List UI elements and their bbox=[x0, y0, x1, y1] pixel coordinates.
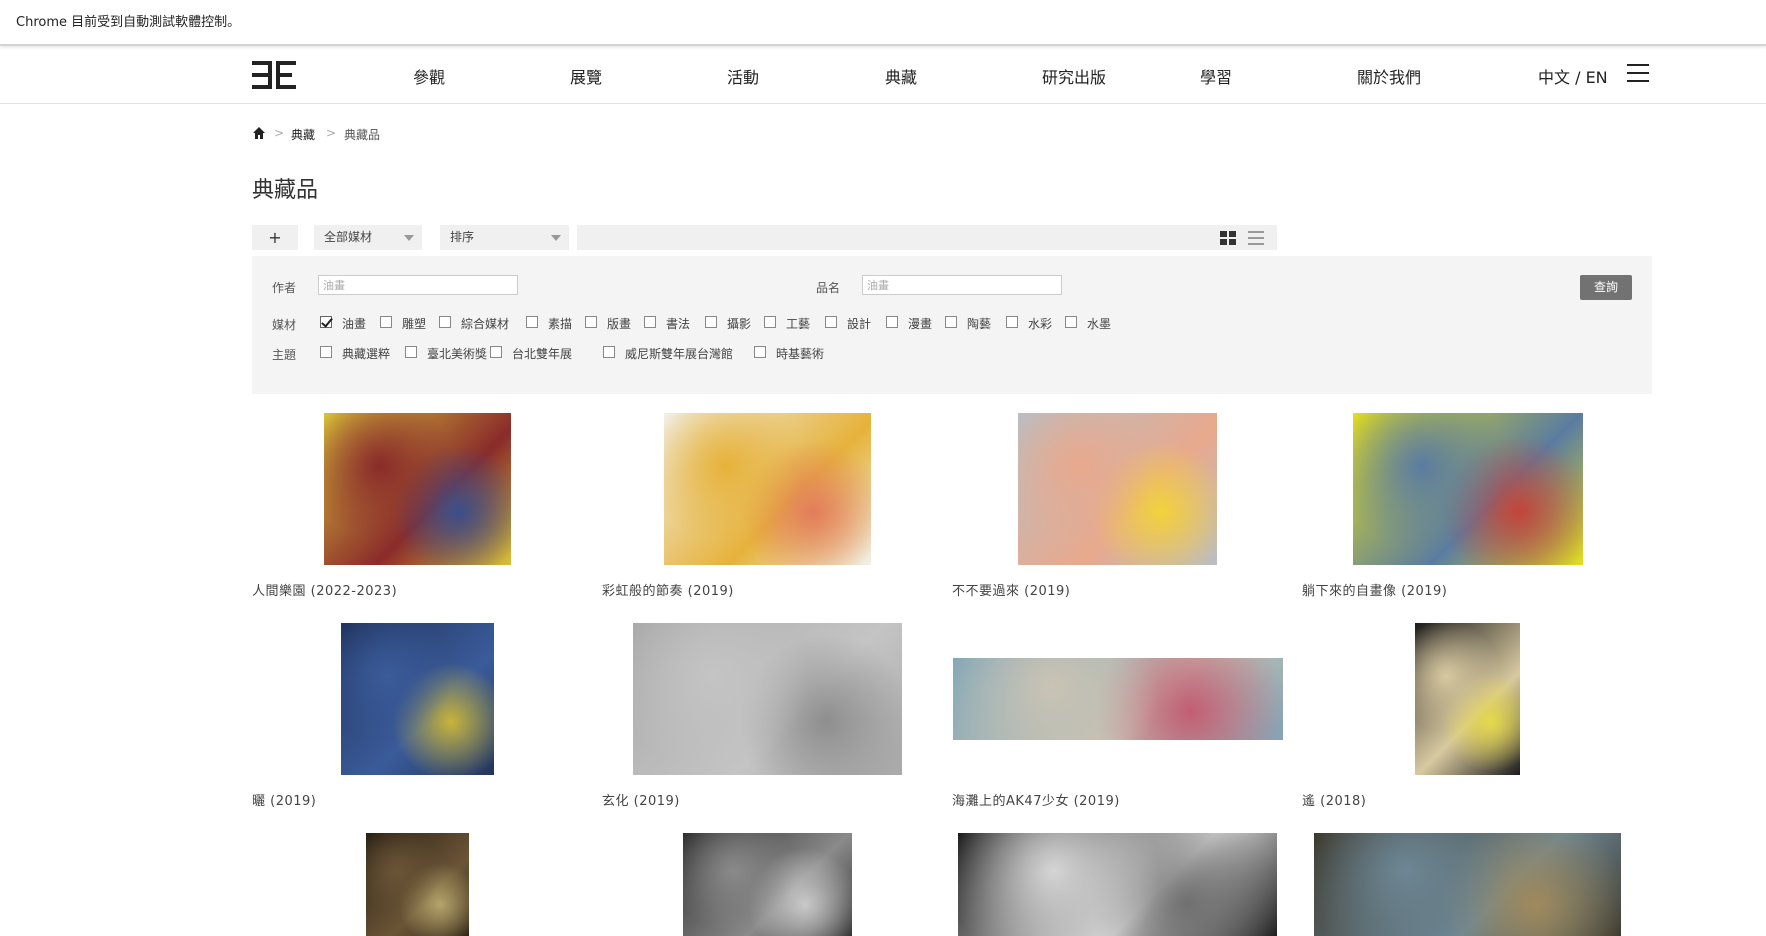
artwork-thumbnail[interactable] bbox=[1415, 623, 1520, 775]
medium-checkbox-label: 工藝 bbox=[786, 317, 811, 331]
title-input[interactable] bbox=[862, 275, 1062, 295]
medium-checkbox-label: 水彩 bbox=[1028, 317, 1053, 331]
theme-label: 主題 bbox=[272, 348, 297, 362]
checkbox-box[interactable] bbox=[886, 316, 898, 328]
page-title: 典藏品 bbox=[252, 178, 319, 203]
checkbox-box[interactable] bbox=[644, 316, 656, 328]
nav-visit[interactable]: 參觀 bbox=[413, 64, 445, 88]
artwork-thumbnail[interactable] bbox=[664, 413, 871, 565]
checkbox-box[interactable] bbox=[585, 316, 597, 328]
medium-checkbox-label: 水墨 bbox=[1087, 317, 1112, 331]
nav-exhibitions[interactable]: 展覽 bbox=[570, 64, 602, 88]
medium-checkbox-label: 雕塑 bbox=[402, 317, 427, 331]
artwork-thumbnail[interactable] bbox=[324, 413, 511, 565]
medium-label: 媒材 bbox=[272, 318, 297, 332]
medium-checkbox-label: 綜合媒材 bbox=[461, 317, 510, 331]
site-header: 參觀 展覽 活動 典藏 研究出版 學習 關於我們 中文 / EN bbox=[0, 48, 1766, 104]
artwork-thumbnail[interactable] bbox=[1314, 833, 1621, 936]
medium-checkbox-label: 書法 bbox=[666, 317, 691, 331]
checkbox-box[interactable] bbox=[1006, 316, 1018, 328]
checkbox-box[interactable] bbox=[490, 346, 502, 358]
medium-checkbox-label: 設計 bbox=[847, 317, 872, 331]
theme-checkbox-label: 威尼斯雙年展台灣館 bbox=[625, 347, 734, 361]
author-input[interactable] bbox=[318, 275, 518, 295]
nav-collection[interactable]: 典藏 bbox=[885, 64, 917, 88]
automation-infobar: Chrome 目前受到自動測試軟體控制。 bbox=[0, 0, 1766, 46]
checkbox-box[interactable] bbox=[754, 346, 766, 358]
artwork-caption[interactable]: 躺下來的自畫像 (2019) bbox=[1302, 580, 1447, 599]
query-button[interactable]: 查詢 bbox=[1580, 275, 1632, 300]
nav-learning[interactable]: 學習 bbox=[1200, 64, 1232, 88]
checkbox-box[interactable] bbox=[1065, 316, 1077, 328]
medium-select[interactable]: 全部媒材 bbox=[314, 225, 422, 250]
artwork-caption[interactable]: 玄化 (2019) bbox=[602, 790, 680, 809]
artwork-thumbnail[interactable] bbox=[958, 833, 1277, 936]
checkbox-box[interactable] bbox=[764, 316, 776, 328]
menu-icon[interactable] bbox=[1627, 64, 1649, 84]
artwork-thumbnail[interactable] bbox=[953, 658, 1283, 740]
breadcrumb-separator: > bbox=[274, 126, 285, 140]
nav-research-publications[interactable]: 研究出版 bbox=[1042, 64, 1106, 88]
artwork-thumbnail[interactable] bbox=[366, 833, 469, 936]
checkbox-box[interactable] bbox=[526, 316, 538, 328]
checkbox-box[interactable] bbox=[439, 316, 451, 328]
breadcrumb-separator: > bbox=[326, 126, 337, 140]
medium-checkbox-label: 漫畫 bbox=[908, 317, 933, 331]
breadcrumb-collection[interactable]: 典藏 bbox=[291, 126, 315, 143]
artwork-thumbnail[interactable] bbox=[633, 623, 902, 775]
theme-checkbox-label: 臺北美術獎 bbox=[427, 347, 488, 361]
caret-down-icon bbox=[404, 235, 414, 241]
nav-events[interactable]: 活動 bbox=[727, 64, 759, 88]
artwork-thumbnail[interactable] bbox=[683, 833, 852, 936]
medium-select-value: 全部媒材 bbox=[324, 230, 373, 244]
checkbox-box[interactable] bbox=[320, 346, 332, 358]
museum-logo[interactable] bbox=[252, 61, 296, 89]
medium-checkbox-label: 素描 bbox=[548, 317, 573, 331]
artwork-caption[interactable]: 海灘上的AK47少女 (2019) bbox=[952, 790, 1120, 809]
artwork-thumbnail[interactable] bbox=[341, 623, 494, 775]
checkbox-box[interactable] bbox=[945, 316, 957, 328]
list-view-icon[interactable] bbox=[1248, 231, 1264, 245]
checkbox-box[interactable] bbox=[705, 316, 717, 328]
theme-checkbox-label: 台北雙年展 bbox=[512, 347, 573, 361]
sort-select-value: 排序 bbox=[450, 230, 475, 244]
checkbox-box[interactable] bbox=[603, 346, 615, 358]
search-input[interactable] bbox=[577, 225, 1217, 250]
title-label: 品名 bbox=[816, 281, 841, 295]
medium-checkbox-label: 油畫 bbox=[342, 317, 367, 331]
theme-checkbox-label: 典藏選粹 bbox=[342, 347, 391, 361]
artwork-caption[interactable]: 人間樂園 (2022-2023) bbox=[252, 580, 397, 599]
checkbox-box[interactable] bbox=[320, 316, 332, 328]
grid-view-icon[interactable] bbox=[1220, 231, 1236, 245]
search-bar bbox=[577, 225, 1277, 250]
checkbox-box[interactable] bbox=[825, 316, 837, 328]
caret-down-icon bbox=[551, 235, 561, 241]
expand-filters-button[interactable]: + bbox=[252, 225, 298, 250]
home-icon[interactable] bbox=[252, 126, 266, 140]
medium-checkbox-label: 攝影 bbox=[727, 317, 752, 331]
artwork-caption[interactable]: 彩虹般的節奏 (2019) bbox=[602, 580, 734, 599]
artwork-caption[interactable]: 遙 (2018) bbox=[1302, 790, 1366, 809]
artwork-thumbnail[interactable] bbox=[1018, 413, 1217, 565]
artwork-thumbnail[interactable] bbox=[1353, 413, 1583, 565]
medium-checkbox-label: 陶藝 bbox=[967, 317, 992, 331]
sort-select[interactable]: 排序 bbox=[440, 225, 569, 250]
checkbox-box[interactable] bbox=[405, 346, 417, 358]
artwork-caption[interactable]: 不不要過來 (2019) bbox=[952, 580, 1070, 599]
medium-checkbox-label: 版畫 bbox=[607, 317, 632, 331]
language-switch[interactable]: 中文 / EN bbox=[1538, 64, 1608, 88]
checkbox-box[interactable] bbox=[380, 316, 392, 328]
author-label: 作者 bbox=[272, 281, 297, 295]
theme-checkbox-label: 時基藝術 bbox=[776, 347, 825, 361]
artwork-caption[interactable]: 曬 (2019) bbox=[252, 790, 316, 809]
nav-about-us[interactable]: 關於我們 bbox=[1357, 64, 1421, 88]
infobar-text: Chrome 目前受到自動測試軟體控制。 bbox=[16, 15, 241, 30]
breadcrumb-current: 典藏品 bbox=[344, 128, 381, 142]
